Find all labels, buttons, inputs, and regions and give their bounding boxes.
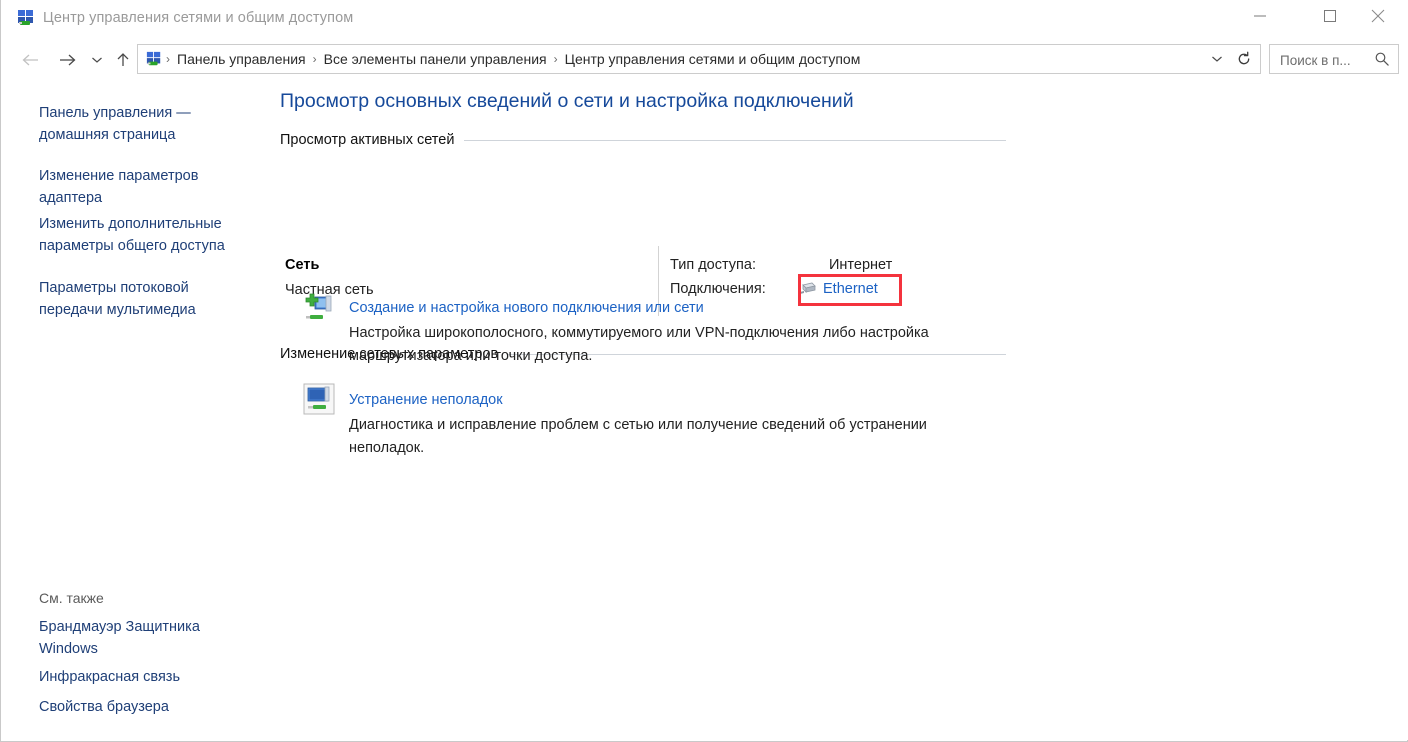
see-also-label: См. также xyxy=(39,590,104,606)
breadcrumb-item-control-panel[interactable]: Панель управления xyxy=(172,45,311,73)
breadcrumb: › Панель управления › Все элементы панел… xyxy=(138,45,865,73)
ethernet-connection-link[interactable]: Ethernet xyxy=(799,278,878,300)
maximize-icon[interactable] xyxy=(1307,0,1353,32)
search-box[interactable] xyxy=(1269,44,1399,75)
section-header-active-networks: Просмотр активных сетей xyxy=(280,130,1006,150)
sidebar-item-infrared[interactable]: Инфракрасная связь xyxy=(39,666,239,688)
page-title: Просмотр основных сведений о сети и наст… xyxy=(280,90,854,112)
breadcrumb-item-current[interactable]: Центр управления сетями и общим доступом xyxy=(560,45,866,73)
task-description-troubleshoot: Диагностика и исправление проблем с сеть… xyxy=(349,417,927,456)
network-name: Сеть xyxy=(285,257,320,273)
section-header-label: Просмотр активных сетей xyxy=(280,132,455,148)
sidebar-item-windows-firewall[interactable]: Брандмауэр Защитника Windows xyxy=(39,616,239,660)
recent-locations-chevron-icon[interactable] xyxy=(85,44,109,76)
new-connection-icon xyxy=(301,292,335,326)
breadcrumb-item-all-items[interactable]: Все элементы панели управления xyxy=(319,45,552,73)
connections-label: Подключения: xyxy=(670,281,766,297)
task-link-troubleshoot[interactable]: Устранение неполадок xyxy=(349,390,503,410)
title-bar: Центр управления сетями и общим доступом xyxy=(1,0,1408,37)
breadcrumb-separator: › xyxy=(553,52,558,66)
window-title: Центр управления сетями и общим доступом xyxy=(43,10,354,26)
network-sharing-center-icon[interactable] xyxy=(146,51,162,67)
section-divider xyxy=(464,139,1006,141)
breadcrumb-separator: › xyxy=(166,52,170,66)
minimize-icon[interactable] xyxy=(1237,0,1283,32)
access-type-label: Тип доступа: xyxy=(670,257,756,273)
breadcrumb-separator: › xyxy=(312,52,317,66)
sidebar-item-advanced-sharing[interactable]: Изменить дополнительные параметры общего… xyxy=(39,213,239,257)
sidebar-item-media-streaming[interactable]: Параметры потоковой передачи мультимедиа xyxy=(39,277,239,321)
address-dropdown-chevron-icon[interactable] xyxy=(1206,45,1228,73)
sidebar: Панель управления — домашняя страница Из… xyxy=(2,80,261,740)
sidebar-item-adapter-settings[interactable]: Изменение параметров адаптера xyxy=(39,165,239,209)
close-icon[interactable] xyxy=(1355,0,1401,32)
task-description-create-connection: Настройка широкополосного, коммутируемог… xyxy=(349,325,929,364)
back-arrow-icon[interactable] xyxy=(15,44,47,76)
forward-arrow-icon[interactable] xyxy=(51,44,83,76)
search-input[interactable] xyxy=(1278,45,1374,75)
ethernet-adapter-icon xyxy=(799,281,817,297)
main-content: Просмотр основных сведений о сети и наст… xyxy=(261,80,1408,740)
address-bar[interactable]: › Панель управления › Все элементы панел… xyxy=(137,44,1261,74)
sidebar-item-browser-properties[interactable]: Свойства браузера xyxy=(39,696,239,718)
ethernet-label[interactable]: Ethernet xyxy=(823,278,878,300)
task-link-create-connection[interactable]: Создание и настройка нового подключения … xyxy=(349,298,704,318)
window-frame: Центр управления сетями и общим доступом xyxy=(0,0,1408,742)
up-arrow-icon[interactable] xyxy=(109,44,137,76)
troubleshoot-icon xyxy=(303,383,337,417)
search-icon[interactable] xyxy=(1370,45,1394,73)
sidebar-item-control-panel-home[interactable]: Панель управления — домашняя страница xyxy=(39,102,239,146)
refresh-icon[interactable] xyxy=(1230,45,1258,73)
network-sharing-center-icon xyxy=(17,9,35,27)
access-type-value: Интернет xyxy=(829,257,893,273)
